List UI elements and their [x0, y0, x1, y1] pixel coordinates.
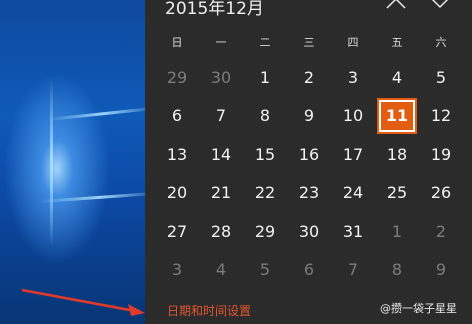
calendar-day[interactable]: 26 — [419, 174, 463, 213]
calendar-day[interactable]: 28 — [199, 212, 243, 251]
calendar-day[interactable]: 15 — [243, 135, 287, 174]
calendar-day[interactable]: 6 — [155, 97, 199, 136]
weekday-label: 五 — [391, 36, 403, 49]
calendar-day[interactable]: 18 — [375, 135, 419, 174]
chevron-down-icon — [431, 0, 449, 9]
calendar-day[interactable]: 7 — [199, 97, 243, 136]
calendar-day[interactable]: 20 — [155, 174, 199, 213]
calendar-day[interactable]: 22 — [243, 174, 287, 213]
calendar-day-today[interactable]: 11 — [377, 97, 417, 134]
calendar-flyout: 2015年12月 日 一 二 三 四 五 六 29 30 1 2 3 4 5 6 7 8 9 10 11… — [145, 0, 472, 324]
weekday-label: 四 — [347, 36, 359, 49]
weekday-label: 日 — [171, 36, 183, 49]
calendar-day[interactable]: 3 — [155, 251, 199, 290]
calendar-day[interactable]: 17 — [331, 135, 375, 174]
date-time-settings-link[interactable]: 日期和时间设置 — [167, 302, 251, 319]
calendar-day[interactable]: 30 — [199, 58, 243, 97]
watermark: @攒一袋子星星 — [380, 300, 457, 316]
calendar-day[interactable]: 7 — [331, 251, 375, 290]
calendar-day[interactable]: 1 — [243, 58, 287, 97]
chevron-up-icon — [386, 0, 406, 9]
next-month-button[interactable] — [429, 0, 451, 10]
calendar-day[interactable]: 8 — [243, 97, 287, 136]
calendar-day[interactable]: 24 — [331, 174, 375, 213]
calendar-day[interactable]: 13 — [155, 135, 199, 174]
weekday-label: 三 — [303, 36, 315, 49]
calendar-day[interactable]: 5 — [419, 58, 463, 97]
calendar-day[interactable]: 4 — [375, 58, 419, 97]
calendar-day[interactable]: 12 — [419, 97, 463, 136]
calendar-day[interactable]: 6 — [287, 251, 331, 290]
calendar-day[interactable]: 5 — [243, 251, 287, 290]
month-title[interactable]: 2015年12月 — [165, 0, 264, 19]
calendar-day[interactable]: 3 — [331, 58, 375, 97]
calendar-day[interactable]: 29 — [155, 58, 199, 97]
weekday-header-row: 日 一 二 三 四 五 六 — [155, 34, 463, 50]
calendar-day[interactable]: 8 — [375, 251, 419, 290]
calendar-day-grid: 29 30 1 2 3 4 5 6 7 8 9 10 11 12 13 14 15 16 17 18 19 20 21 22 2… — [155, 58, 463, 289]
calendar-day[interactable]: 23 — [287, 174, 331, 213]
calendar-day[interactable]: 14 — [199, 135, 243, 174]
calendar-day[interactable]: 9 — [419, 251, 463, 290]
calendar-day[interactable]: 10 — [331, 97, 375, 136]
weekday-label: 二 — [259, 36, 271, 49]
calendar-day[interactable]: 9 — [287, 97, 331, 136]
weekday-label: 六 — [435, 36, 447, 49]
calendar-day[interactable]: 1 — [375, 212, 419, 251]
calendar-day[interactable]: 30 — [287, 212, 331, 251]
calendar-day[interactable]: 2 — [287, 58, 331, 97]
calendar-day[interactable]: 2 — [419, 212, 463, 251]
previous-month-button[interactable] — [385, 0, 407, 10]
calendar-day[interactable]: 27 — [155, 212, 199, 251]
watermark-text: @攒一袋子星星 — [380, 302, 457, 315]
calendar-day[interactable]: 29 — [243, 212, 287, 251]
calendar-day[interactable]: 31 — [331, 212, 375, 251]
calendar-day[interactable]: 25 — [375, 174, 419, 213]
calendar-day[interactable]: 19 — [419, 135, 463, 174]
calendar-day[interactable]: 21 — [199, 174, 243, 213]
weekday-label: 一 — [215, 36, 227, 49]
calendar-day[interactable]: 4 — [199, 251, 243, 290]
calendar-day[interactable]: 16 — [287, 135, 331, 174]
